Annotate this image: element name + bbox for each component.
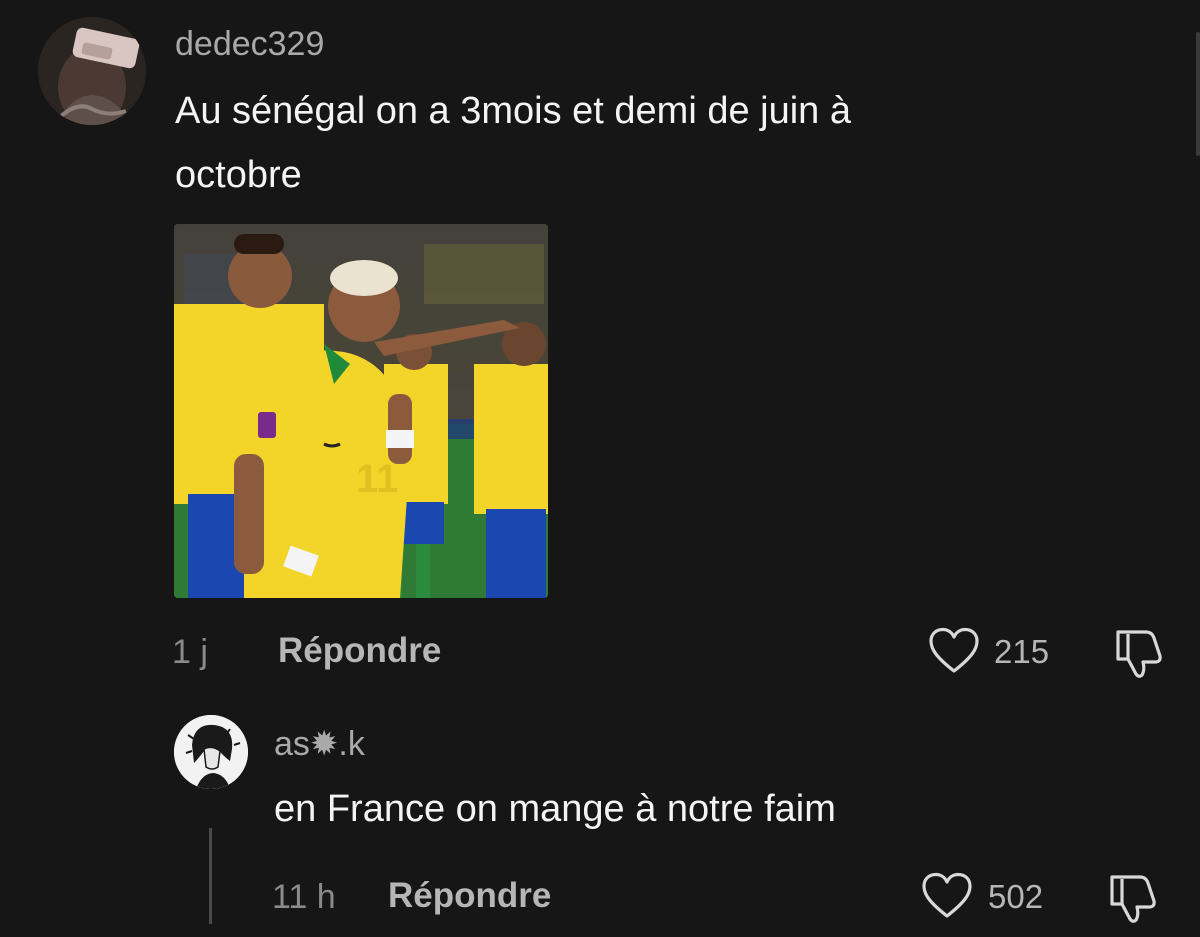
svg-text:11: 11 [356,457,398,501]
heart-outline-icon [922,872,972,918]
like-button[interactable] [928,627,980,675]
football-players-image: 11 [174,224,548,598]
reply-button[interactable]: Répondre [278,631,441,671]
comment-text-line-2: octobre [175,154,302,196]
like-count: 215 [994,633,1050,670]
scrollbar[interactable] [1196,32,1200,156]
username[interactable]: as✹.k [274,724,365,764]
avatar-image [38,17,146,125]
comment-time: 1 j [172,633,208,671]
like-count: 502 [988,878,1044,915]
thread-line [209,828,212,924]
thumbs-down-outline-icon [1116,630,1162,678]
comment-media-image[interactable]: 11 [174,224,548,598]
reply-button[interactable]: Répondre [388,876,551,916]
heart-outline-icon [929,627,979,673]
dislike-button[interactable] [1114,626,1166,678]
like-button[interactable] [921,872,973,920]
comment-time: 11 h [272,878,336,916]
avatar[interactable] [38,17,146,125]
comments-screen: dedec329 Au sénégal on a 3mois et demi d… [0,0,1200,937]
username[interactable]: dedec329 [175,24,324,64]
avatar-image [174,715,248,789]
thumbs-down-outline-icon [1110,875,1156,923]
comment-text-line-1: Au sénégal on a 3mois et demi de juin à [175,90,851,132]
dislike-button[interactable] [1108,871,1160,923]
comment-text: en France on mange à notre faim [274,788,836,830]
avatar[interactable] [174,715,248,789]
